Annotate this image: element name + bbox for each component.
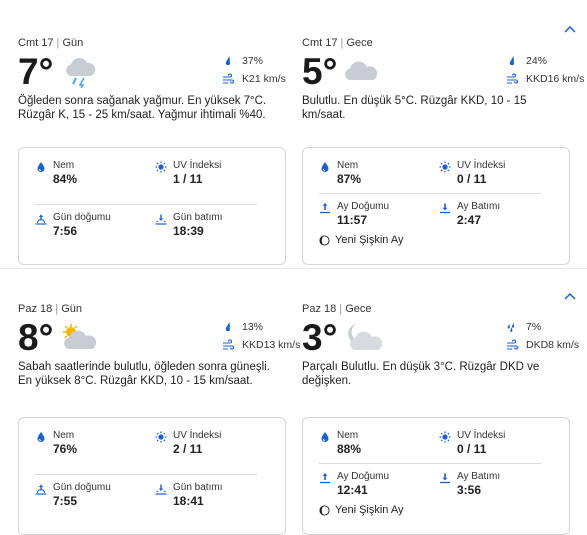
sunrise-icon	[35, 213, 47, 225]
precip-value: 7%	[526, 321, 542, 333]
period-label: Gün	[61, 303, 83, 315]
humidity-value: 88%	[337, 442, 362, 456]
forecast-day-2: Paz 18 | Gün 8° 13% KKD13 km/s Sabah saa…	[0, 268, 587, 535]
date-label: Paz 18	[18, 303, 53, 315]
humidity-value: 84%	[53, 172, 78, 186]
chevron-up-icon[interactable]	[563, 24, 577, 34]
wind-icon	[222, 73, 234, 85]
period-label: Gece	[345, 303, 372, 315]
temperature: 3°	[302, 317, 338, 358]
period-header: Cmt 17 | Gün	[18, 37, 84, 49]
wind-value: KKD13 km/s	[242, 339, 301, 351]
precip-stat: 13%	[222, 320, 286, 334]
precip-value: 37%	[242, 55, 264, 67]
sunset-value: 18:39	[173, 224, 204, 238]
sunset-icon	[155, 213, 167, 225]
forecast-description: Bulutlu. En düşük 5°C. Rüzgâr KKD, 10 - …	[302, 95, 527, 121]
moonset-icon	[439, 202, 451, 214]
night-column: Cmt 17 | Gece 5° 24% KKD16 km/s Bulutlu.…	[302, 36, 584, 265]
sunrise-value: 7:56	[53, 224, 78, 238]
sunrise-icon	[35, 483, 47, 495]
period-header: Cmt 17 | Gece	[302, 37, 373, 49]
wind-value: KKD16 km/s	[526, 73, 585, 85]
uv-value: 0 / 11	[457, 172, 487, 186]
night-column: Paz 18 | Gece 3° 7% DKD8 km/s Parçalı Bu…	[302, 302, 579, 535]
forecast-description: Parçalı Bulutlu. En düşük 3°C. Rüzgâr DK…	[302, 361, 540, 387]
moon-phase-icon	[319, 505, 330, 516]
sunset-icon	[155, 483, 167, 495]
temperature: 7°	[18, 51, 54, 92]
wind-value: DKD8 km/s	[526, 339, 580, 351]
details-card: Nem 76% UV İndeksi 2 / 11 Gün doğumu 7:55 G…	[18, 417, 286, 535]
wind-icon	[222, 339, 234, 351]
details-card: Nem 84% UV İndeksi 1 / 11 Gün doğumu 7:56 G…	[18, 147, 286, 265]
partly-sunny-icon	[63, 324, 97, 349]
divider	[35, 474, 257, 475]
period-label: Gün	[62, 37, 84, 49]
precip-value: 13%	[242, 321, 264, 333]
precip-stat: 24%	[506, 54, 570, 68]
humidity-value: 76%	[53, 442, 78, 456]
day-column: Cmt 17 | Gün 7° 37% K21 km/s Öğleden son…	[18, 36, 286, 265]
divider	[319, 463, 541, 464]
wind-stat: KKD16 km/s	[506, 72, 584, 86]
uv-sun-icon	[155, 161, 167, 173]
forecast-description: Sabah saatlerinde bulutlu, öğleden sonra…	[18, 361, 270, 387]
moonrise-icon	[319, 472, 331, 484]
precip-value: 24%	[526, 55, 548, 67]
details-card: Nem 87% UV İndeksi 0 / 11 Ay Doğumu 11:57 A…	[302, 147, 570, 265]
uv-sun-icon	[155, 431, 167, 443]
forecast-day-1: Cmt 17 | Gün 7° 37% K21 km/s Öğleden son…	[0, 0, 587, 268]
date-label: Paz 18	[302, 303, 337, 315]
wind-stat: K21 km/s	[222, 72, 286, 86]
wind-icon	[506, 73, 518, 85]
humidity-icon	[319, 161, 331, 173]
precip-drops-icon	[506, 321, 518, 333]
partly-cloudy-night-icon	[348, 324, 382, 350]
wind-value: K21 km/s	[242, 73, 286, 85]
humidity-value: 87%	[337, 172, 362, 186]
date-label: Cmt 17	[302, 37, 338, 49]
moonrise-value: 11:57	[337, 213, 368, 227]
precip-icon	[222, 55, 234, 67]
period-label: Gece	[346, 37, 373, 49]
wind-stat: DKD8 km/s	[506, 338, 579, 352]
precip-stat: 37%	[222, 54, 286, 68]
moonset-value: 2:47	[457, 213, 482, 227]
temperature: 8°	[18, 317, 54, 358]
uv-value: 0 / 11	[457, 442, 487, 456]
day-column: Paz 18 | Gün 8° 13% KKD13 km/s Sabah saa…	[18, 302, 300, 535]
moonset-value: 3:56	[457, 483, 482, 497]
cloud-icon	[345, 61, 378, 80]
uv-sun-icon	[439, 431, 451, 443]
moonset-icon	[439, 472, 451, 484]
humidity-icon	[35, 161, 47, 173]
wind-icon	[506, 339, 518, 351]
sunset-value: 18:41	[173, 494, 204, 508]
moonrise-icon	[319, 202, 331, 214]
precip-stat: 7%	[506, 320, 570, 334]
period-header: Paz 18 | Gece	[302, 303, 372, 315]
period-header: Paz 18 | Gün	[18, 303, 83, 315]
divider	[319, 193, 541, 194]
temperature: 5°	[302, 51, 338, 92]
divider	[35, 204, 257, 205]
uv-value: 1 / 11	[173, 172, 203, 186]
precip-icon	[506, 55, 518, 67]
sunrise-value: 7:55	[53, 494, 78, 508]
chevron-up-icon[interactable]	[563, 291, 577, 301]
date-label: Cmt 17	[18, 37, 54, 49]
precip-icon	[222, 321, 234, 333]
moon-phase-icon	[319, 235, 330, 246]
uv-value: 2 / 11	[173, 442, 203, 456]
humidity-icon	[35, 431, 47, 443]
humidity-icon	[319, 431, 331, 443]
details-card: Nem 88% UV İndeksi 0 / 11 Ay Doğumu 12:41 A…	[302, 417, 570, 535]
wind-stat: KKD13 km/s	[222, 338, 300, 352]
moonrise-value: 12:41	[337, 483, 368, 497]
uv-sun-icon	[439, 161, 451, 173]
rain-cloud-icon	[66, 58, 96, 88]
forecast-description: Öğleden sonra sağanak yağmur. En yüksek …	[18, 95, 267, 121]
